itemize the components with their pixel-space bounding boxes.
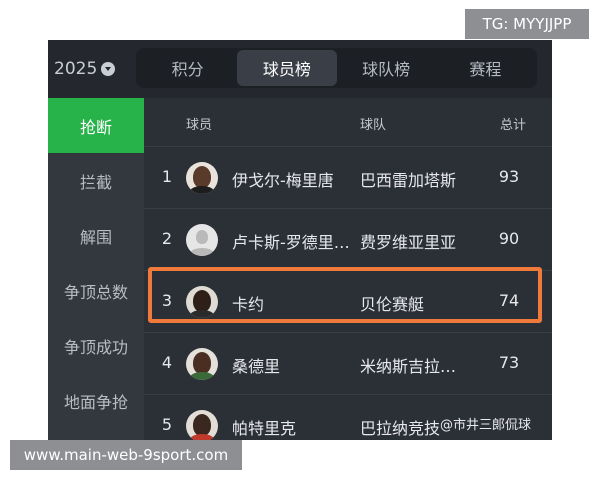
rank-number: 4 <box>161 353 173 372</box>
tab-standings[interactable]: 积分 <box>138 50 237 86</box>
rank-number: 2 <box>161 229 173 248</box>
total-value: 90 <box>498 229 520 248</box>
tab-bar: 积分 球员榜 球队榜 赛程 <box>136 48 537 88</box>
player-name: 伊戈尔-梅里唐 <box>232 171 334 190</box>
sidebar-item-ground-duels[interactable]: 地面争抢 <box>48 373 144 428</box>
tab-team-rankings[interactable]: 球队榜 <box>337 50 436 86</box>
player-name: 卢卡斯-罗德里… <box>232 233 350 252</box>
tg-label: TG: MYYJJPP <box>465 9 589 39</box>
player-avatar <box>186 410 218 440</box>
table-row[interactable]: 4 桑德里 米纳斯吉拉… 73 <box>144 332 552 394</box>
team-name: 巴西雷加塔斯 <box>360 171 457 190</box>
player-name: 桑德里 <box>232 357 281 376</box>
default-avatar-icon <box>186 224 218 256</box>
team-name: 费罗维亚里亚 <box>360 233 457 252</box>
site-url-label: www.main-web-9sport.com <box>10 440 242 470</box>
app-window: 2025 积分 球员榜 球队榜 赛程 抢断 拦截 解围 争顶总数 争顶成功 地面… <box>48 40 552 440</box>
column-header-player: 球员 <box>186 118 213 133</box>
rank-number: 1 <box>161 167 173 186</box>
total-value: 73 <box>498 353 520 372</box>
total-value: 93 <box>498 167 520 186</box>
year-selector[interactable]: 2025 <box>54 58 116 80</box>
tab-schedule[interactable]: 赛程 <box>436 50 535 86</box>
column-header-total: 总计 <box>500 118 527 133</box>
table-row[interactable]: 1 伊戈尔-梅里唐 巴西雷加塔斯 93 <box>144 146 552 208</box>
player-avatar <box>186 162 218 194</box>
column-header-team: 球队 <box>360 118 387 133</box>
table-header: 球员 球队 总计 <box>144 98 552 146</box>
highlight-box <box>148 267 542 323</box>
player-name: 帕特里克 <box>232 419 297 438</box>
rank-number: 5 <box>161 415 173 434</box>
year-label: 2025 <box>54 59 98 79</box>
stat-category-sidebar: 抢断 拦截 解围 争顶总数 争顶成功 地面争抢 <box>48 98 144 440</box>
player-avatar <box>186 348 218 380</box>
table-row[interactable]: 2 卢卡斯-罗德里… 费罗维亚里亚 90 <box>144 208 552 270</box>
team-name: 米纳斯吉拉… <box>360 357 457 376</box>
sidebar-item-tackles[interactable]: 抢断 <box>48 98 144 153</box>
sidebar-item-interceptions[interactable]: 拦截 <box>48 153 144 208</box>
sidebar-item-aerial-duels-total[interactable]: 争顶总数 <box>48 263 144 318</box>
top-bar: 2025 积分 球员榜 球队榜 赛程 <box>48 40 552 98</box>
tab-player-rankings[interactable]: 球员榜 <box>237 50 337 86</box>
sidebar-item-aerial-duels-won[interactable]: 争顶成功 <box>48 318 144 373</box>
sidebar-item-clearances[interactable]: 解围 <box>48 208 144 263</box>
chevron-down-icon <box>101 62 116 76</box>
watermark-text: @市井三郞侃球 <box>440 418 532 433</box>
